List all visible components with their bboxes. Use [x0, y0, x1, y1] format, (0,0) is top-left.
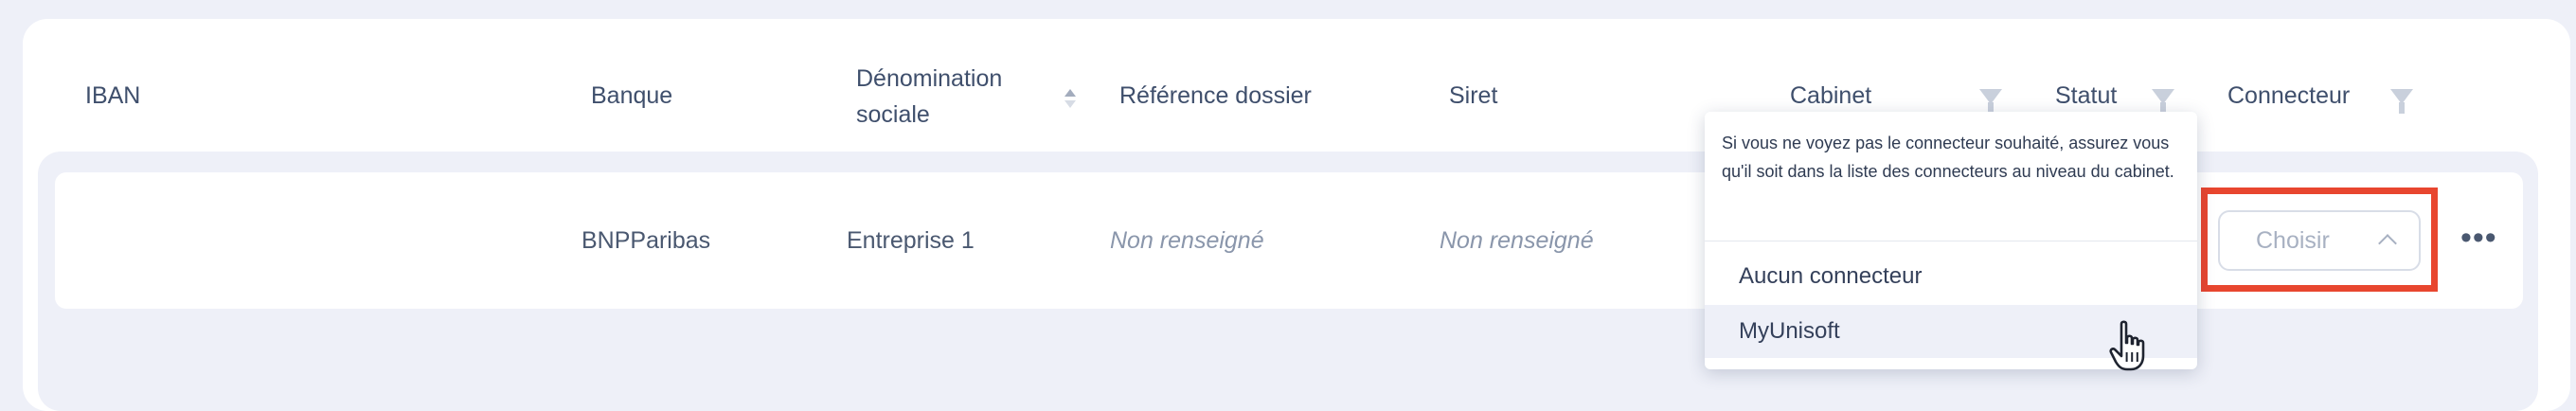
cell-denomination: Entreprise 1	[847, 227, 975, 254]
column-header-banque: Banque	[591, 82, 673, 109]
annotation-highlight-box	[2201, 188, 2438, 292]
column-header-denomination-line1: Dénomination	[856, 65, 1003, 92]
statut-filter-icon[interactable]	[2152, 89, 2174, 114]
connecteur-filter-icon[interactable]	[2390, 89, 2413, 114]
cabinet-filter-icon[interactable]	[1979, 89, 2002, 114]
sort-ascending-icon[interactable]	[1064, 89, 1076, 97]
column-header-statut: Statut	[2055, 82, 2118, 109]
column-header-siret: Siret	[1449, 82, 1498, 109]
hand-cursor-icon	[2109, 320, 2145, 371]
column-header-iban: IBAN	[85, 82, 141, 109]
column-header-denomination-line2: sociale	[856, 101, 930, 128]
cell-banque: BNPParibas	[581, 227, 711, 254]
column-header-cabinet: Cabinet	[1790, 82, 1872, 109]
column-header-denomination[interactable]: Dénomination sociale	[856, 61, 1002, 133]
column-header-connecteur: Connecteur	[2227, 82, 2351, 109]
column-header-reference: Référence dossier	[1119, 82, 1312, 109]
row-more-actions-button[interactable]: •••	[2460, 222, 2497, 254]
connector-dropdown-hint: Si vous ne voyez pas le connecteur souha…	[1722, 134, 2174, 181]
cell-reference: Non renseigné	[1110, 227, 1264, 254]
sort-descending-icon[interactable]	[1064, 100, 1076, 108]
cell-siret: Non renseigné	[1440, 227, 1594, 254]
dropdown-option-aucun-connecteur[interactable]: Aucun connecteur	[1705, 250, 2197, 303]
